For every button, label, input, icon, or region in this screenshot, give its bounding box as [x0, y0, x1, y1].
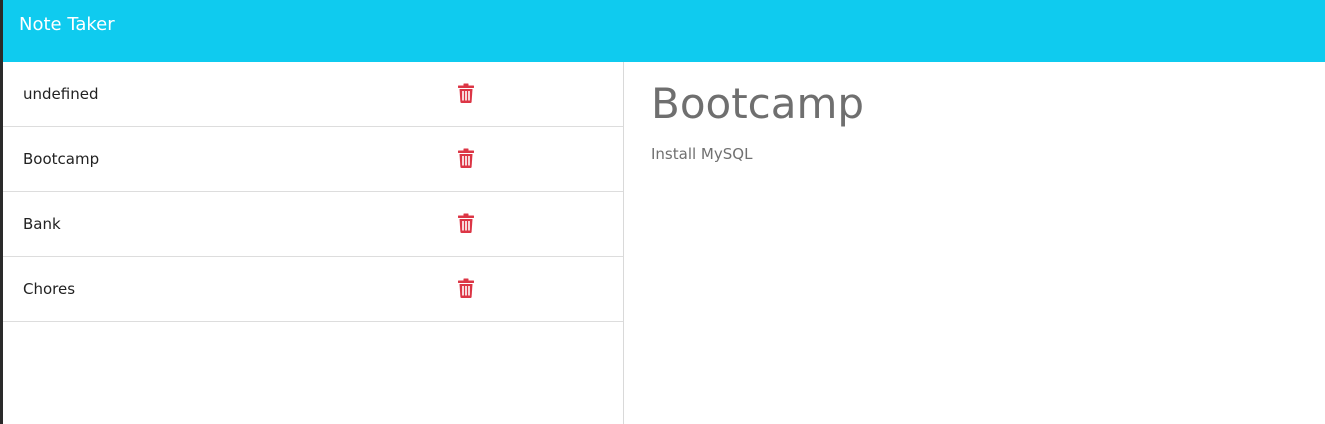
- note-title-heading[interactable]: Bootcamp: [651, 78, 864, 130]
- note-item-title: Bank: [23, 215, 61, 233]
- note-item-title: Chores: [23, 280, 76, 298]
- delete-note-button[interactable]: [458, 83, 474, 103]
- trash-icon: [458, 83, 474, 103]
- trash-icon: [458, 148, 474, 168]
- note-taker-app: Note Taker undefined Bootcamp Bank Chore…: [0, 0, 1325, 424]
- trash-icon: [458, 213, 474, 233]
- note-item-title: Bootcamp: [23, 150, 100, 168]
- brand-link[interactable]: Note Taker: [19, 14, 115, 36]
- note-item-bank[interactable]: Bank: [3, 192, 623, 257]
- note-item-undefined[interactable]: undefined: [3, 62, 623, 127]
- note-list: undefined Bootcamp Bank Chores: [3, 62, 623, 322]
- delete-note-button[interactable]: [458, 148, 474, 168]
- notes-sidebar: undefined Bootcamp Bank Chores: [3, 62, 624, 424]
- note-item-title: undefined: [23, 85, 99, 103]
- navbar: Note Taker: [3, 0, 1325, 62]
- note-text-body[interactable]: Install MySQL: [651, 144, 752, 164]
- note-item-bootcamp[interactable]: Bootcamp: [3, 127, 623, 192]
- delete-note-button[interactable]: [458, 278, 474, 298]
- delete-note-button[interactable]: [458, 213, 474, 233]
- note-view: Bootcamp Install MySQL: [624, 62, 1325, 424]
- note-item-chores[interactable]: Chores: [3, 257, 623, 322]
- trash-icon: [458, 278, 474, 298]
